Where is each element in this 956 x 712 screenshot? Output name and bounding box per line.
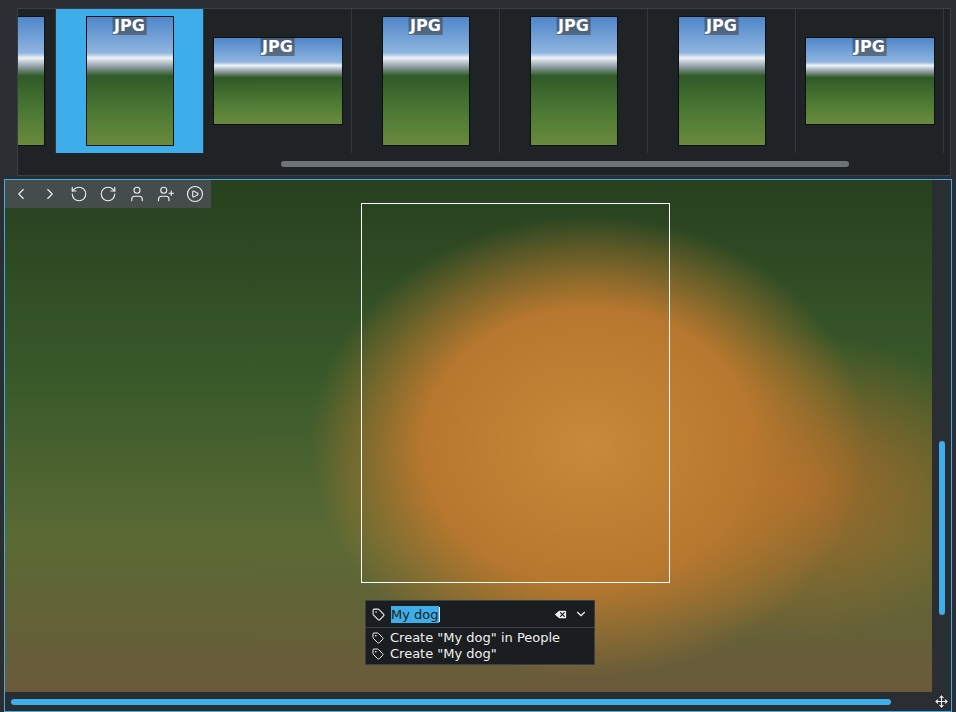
- thumbnail-image[interactable]: [18, 16, 45, 146]
- clear-button[interactable]: [553, 607, 568, 622]
- thumbnail-cell[interactable]: JPG: [204, 9, 352, 153]
- dropdown-button[interactable]: [574, 607, 588, 621]
- play-icon: [186, 185, 204, 203]
- strip-scroll-track[interactable]: [22, 161, 946, 167]
- vertical-scroll-track[interactable]: [939, 180, 945, 692]
- toolbar-button[interactable]: [152, 182, 180, 206]
- thumbnail-image[interactable]: JPG: [530, 16, 618, 146]
- horizontal-scroll-track[interactable]: [6, 699, 931, 705]
- text-caret: [439, 607, 440, 622]
- thumbnail-cell[interactable]: JPG: [648, 9, 796, 153]
- format-badge: JPG: [260, 38, 295, 56]
- thumbnail-cell[interactable]: JPG: [796, 9, 944, 153]
- toolbar-button[interactable]: [65, 182, 93, 206]
- toolbar-button[interactable]: [181, 182, 209, 206]
- thumbnail-image[interactable]: JPG: [382, 16, 470, 146]
- rotate-right-icon: [99, 185, 117, 203]
- thumbnail-image[interactable]: JPG: [805, 37, 935, 125]
- format-badge: JPG: [556, 17, 591, 35]
- thumbnail-strip: JPG JPG JPG JPG JPG JPG: [17, 8, 951, 176]
- clear-icon: [553, 607, 568, 622]
- suggestion-item[interactable]: Create "My dog": [366, 646, 594, 662]
- face-region[interactable]: [361, 203, 670, 583]
- suggestion-item[interactable]: Create "My dog" in People: [366, 630, 594, 646]
- next-icon: [41, 185, 59, 203]
- strip-scroll-thumb[interactable]: [281, 161, 849, 167]
- bottom-bar: [5, 692, 951, 711]
- horizontal-scroll-thumb[interactable]: [11, 699, 892, 705]
- thumbnail-image[interactable]: JPG: [678, 16, 766, 146]
- tag-value: My dog: [391, 606, 439, 623]
- tag-icon: [372, 648, 384, 660]
- previous-icon: [12, 185, 30, 203]
- face-tag-editor: My dog Create "My dog" in PeopleCreate "M…: [365, 600, 595, 665]
- toolbar-button[interactable]: [36, 182, 64, 206]
- strip-scrollbar: [18, 153, 950, 175]
- viewer-toolbar: [5, 180, 211, 208]
- move-icon: [935, 695, 948, 708]
- rotate-left-icon: [70, 185, 88, 203]
- format-badge: JPG: [704, 17, 739, 35]
- thumbnail-row: JPG JPG JPG JPG JPG JPG: [18, 9, 950, 153]
- vertical-scroll-thumb[interactable]: [939, 441, 945, 615]
- tag-icon: [372, 608, 385, 621]
- format-badge: JPG: [112, 17, 147, 35]
- thumbnail-image[interactable]: JPG: [86, 16, 174, 146]
- format-badge: JPG: [408, 17, 443, 35]
- chevron-down-icon: [574, 607, 588, 621]
- add-person-icon: [157, 185, 175, 203]
- image-viewer: My dog Create "My dog" in PeopleCreate "M…: [4, 179, 952, 712]
- photo[interactable]: My dog Create "My dog" in PeopleCreate "M…: [5, 180, 932, 692]
- image-editor: JPG JPG JPG JPG JPG JPG My dog Create "My dog" …: [0, 0, 956, 712]
- navigate-button[interactable]: [932, 692, 951, 711]
- person-icon: [128, 185, 146, 203]
- vertical-scrollbar: [932, 180, 951, 692]
- tag-input-text[interactable]: My dog: [391, 606, 547, 623]
- horizontal-scrollbar: [5, 692, 932, 711]
- image-row: My dog Create "My dog" in PeopleCreate "M…: [5, 180, 951, 692]
- toolbar-button[interactable]: [94, 182, 122, 206]
- toolbar-button[interactable]: [7, 182, 35, 206]
- toolbar-button[interactable]: [123, 182, 151, 206]
- thumbnail-cell[interactable]: [18, 9, 56, 153]
- tag-input[interactable]: My dog: [365, 600, 595, 628]
- thumbnail-cell[interactable]: JPG: [352, 9, 500, 153]
- thumbnail-cell[interactable]: JPG: [500, 9, 648, 153]
- thumbnail-panel: JPG JPG JPG JPG JPG JPG: [0, 0, 956, 176]
- format-badge: JPG: [852, 38, 887, 56]
- thumbnail-cell[interactable]: JPG: [56, 9, 204, 153]
- suggestion-list: Create "My dog" in PeopleCreate "My dog": [365, 628, 595, 665]
- tag-icon: [372, 632, 384, 644]
- thumbnail-image[interactable]: JPG: [213, 37, 343, 125]
